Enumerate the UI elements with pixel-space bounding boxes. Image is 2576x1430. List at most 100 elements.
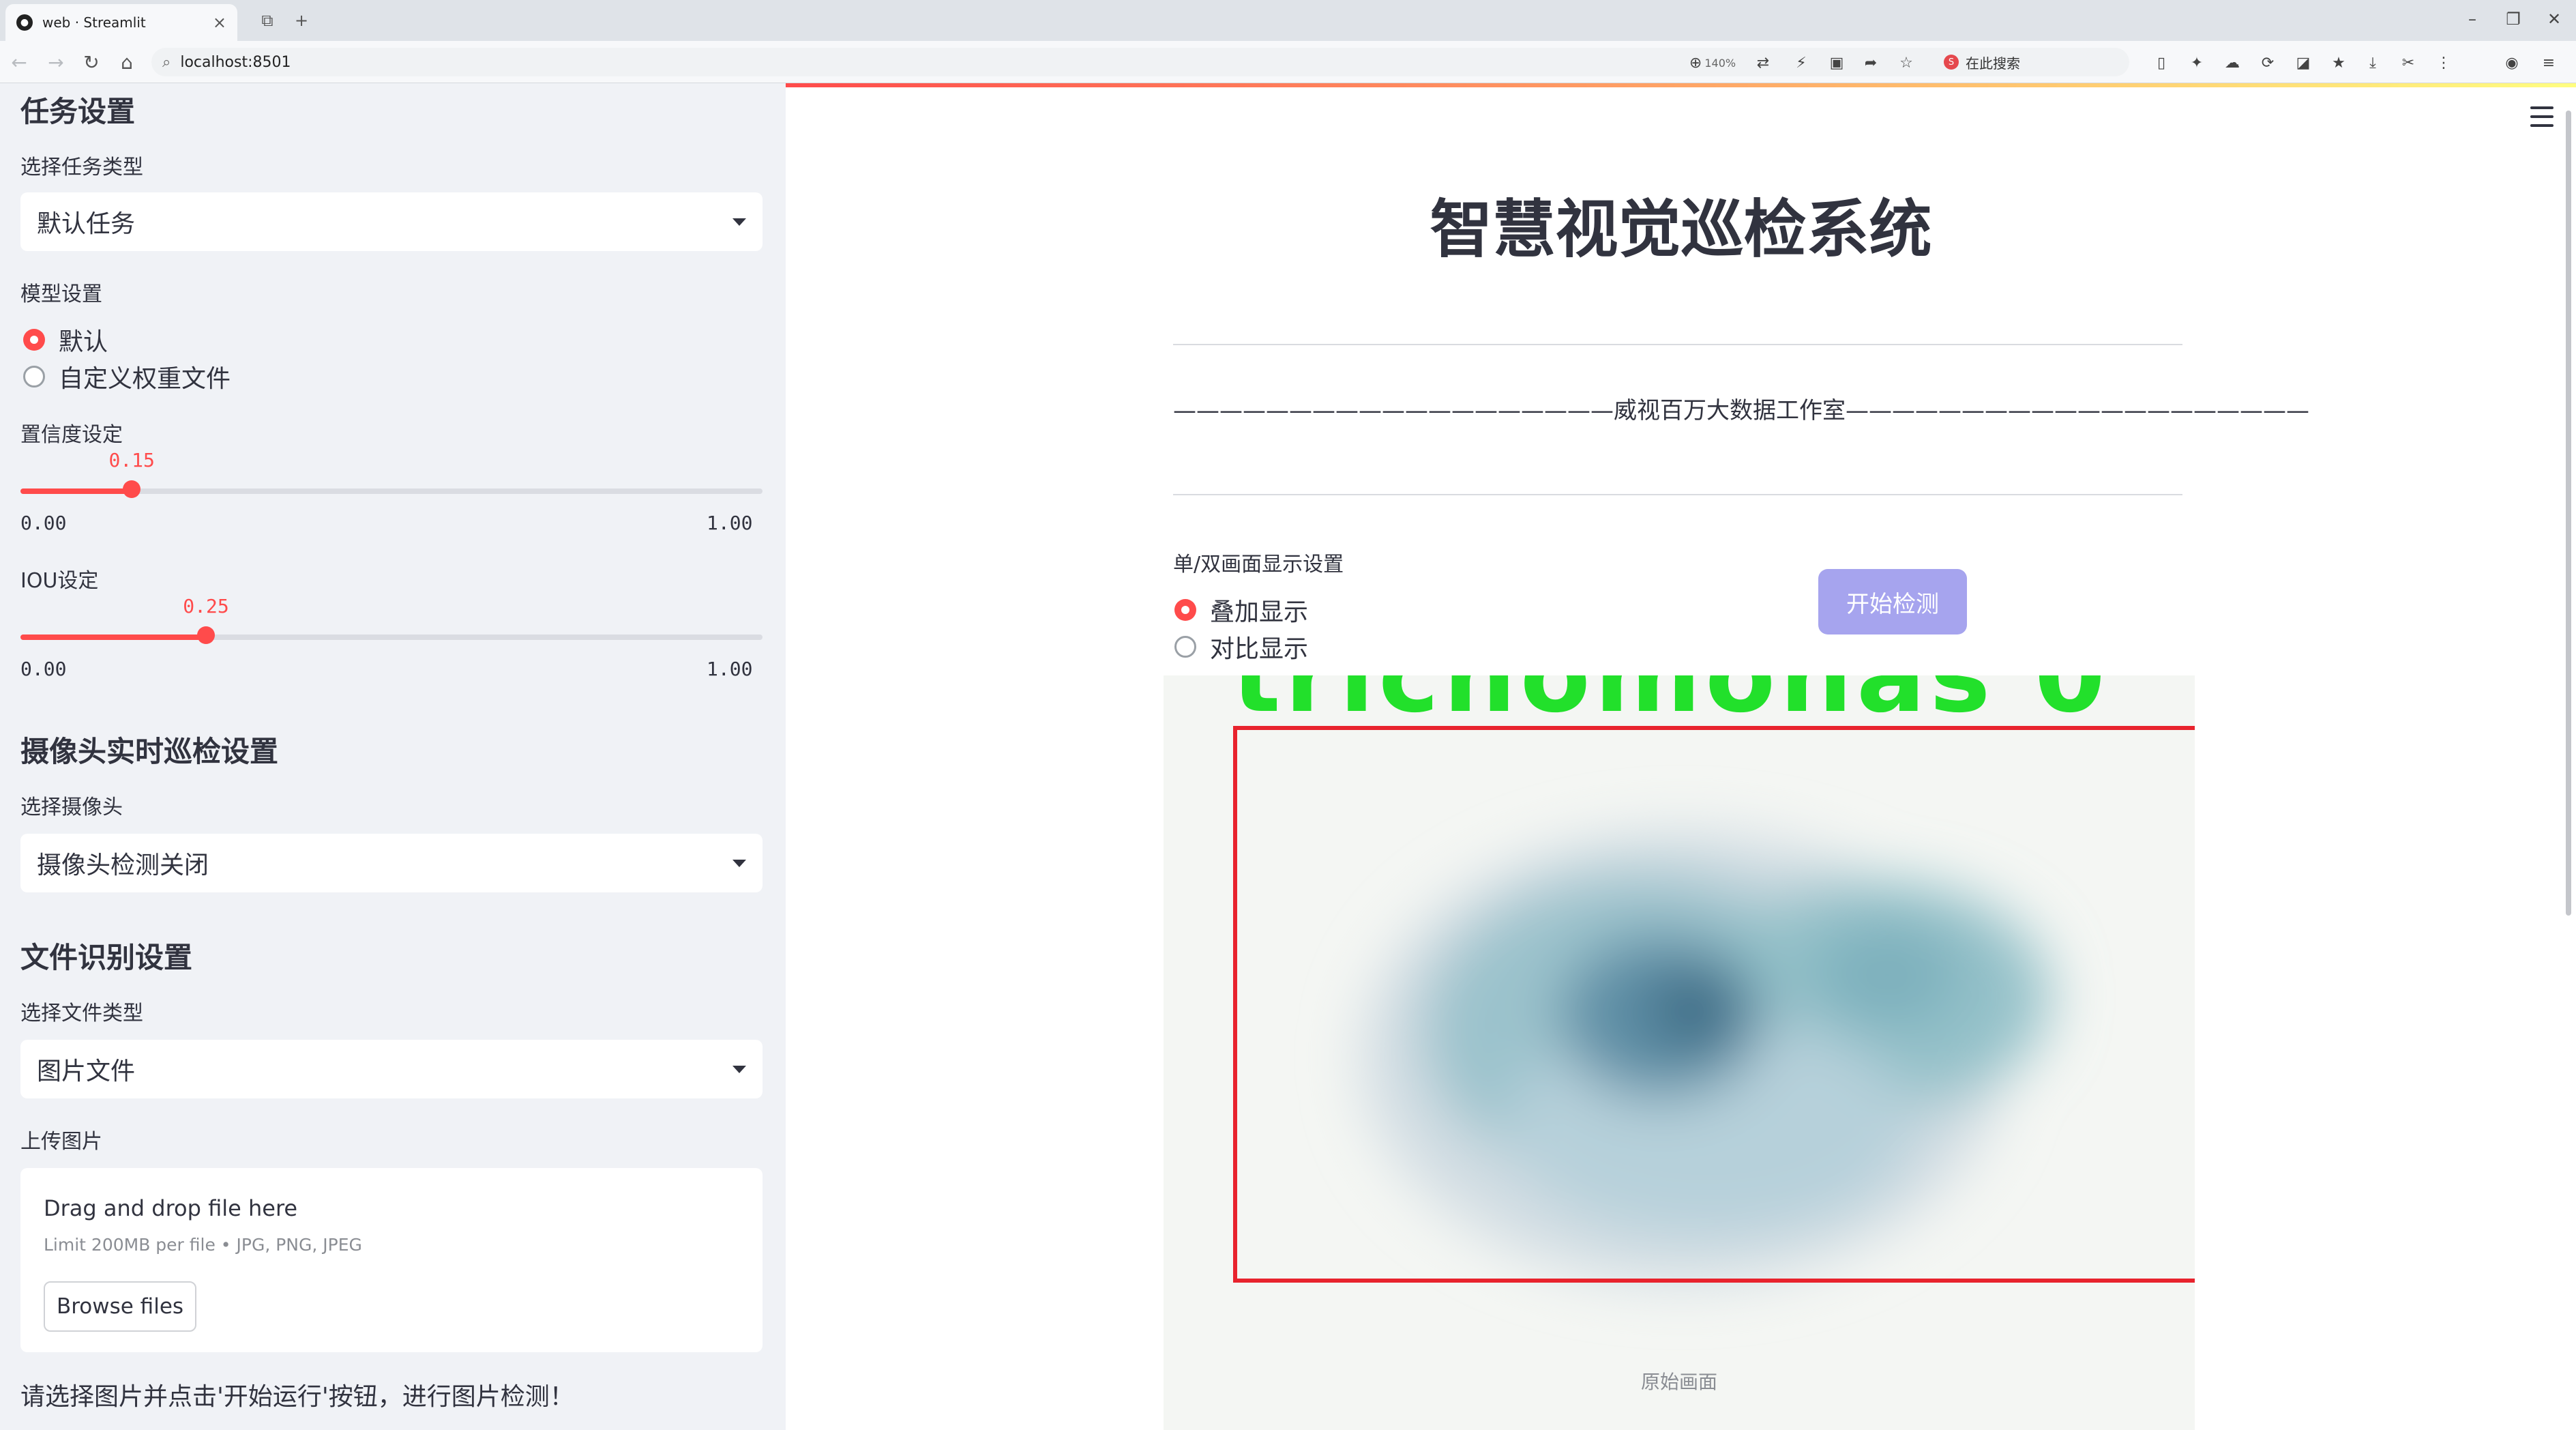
new-tab-button[interactable]: + <box>288 7 315 34</box>
sidebar: 任务设置 选择任务类型 默认任务 模型设置 默认 自定义权重文件 置信度设定 0… <box>0 83 786 1430</box>
sidebar-hint: 请选择图片并点击'开始运行'按钮，进行图片检测！ <box>20 1383 574 1411</box>
file-uploader-dropzone[interactable]: Drag and drop file here Limit 200MB per … <box>20 1168 763 1352</box>
file-settings-header: 文件识别设置 <box>20 941 193 974</box>
task-type-select[interactable]: 默认任务 <box>20 192 763 251</box>
top-decoration-bar <box>786 83 2576 87</box>
slider-thumb[interactable] <box>197 626 215 644</box>
detection-bounding-box <box>1233 726 2195 1283</box>
search-placeholder: 在此搜索 <box>1966 55 2020 72</box>
radio-unchecked-icon[interactable] <box>23 366 45 388</box>
main-scrollbar[interactable] <box>2566 111 2571 916</box>
display-option-compare[interactable]: 对比显示 <box>1174 629 1308 665</box>
address-url: localhost:8501 <box>180 53 291 71</box>
zoom-level: 140% <box>1704 56 1736 70</box>
start-detection-button[interactable]: 开始检测 <box>1818 569 1967 634</box>
file-type-label: 选择文件类型 <box>20 1002 143 1025</box>
task-type-label: 选择任务类型 <box>20 156 143 179</box>
zoom-icon: ⊕ <box>1689 54 1702 72</box>
mobile-icon[interactable]: ▯ <box>2150 51 2173 74</box>
sync-icon[interactable]: ⟳ <box>2256 51 2279 74</box>
slider-value: 0.25 <box>183 595 229 617</box>
confidence-label: 置信度设定 <box>20 423 123 447</box>
close-window-icon[interactable]: ✕ <box>2537 5 2571 33</box>
search-icon: ⌕ <box>162 53 171 71</box>
avatar[interactable]: ◉ <box>2500 51 2523 74</box>
favorite-icon[interactable]: ★ <box>2327 51 2350 74</box>
slider-max-label: 1.00 <box>707 658 753 680</box>
model-option-default[interactable]: 默认 <box>23 322 108 358</box>
page-title: 智慧视觉巡检系统 <box>1430 193 1932 266</box>
upload-label: 上传图片 <box>20 1130 102 1154</box>
slider-fill <box>20 488 132 494</box>
browser-search-box[interactable]: S 在此搜索 <box>1937 48 2142 76</box>
screenshot-icon[interactable]: ▣ <box>1825 51 1848 74</box>
share-icon[interactable]: ➦ <box>1859 51 1882 74</box>
radio-checked-icon[interactable] <box>23 329 45 351</box>
browser-tab[interactable]: ● web · Streamlit × <box>5 4 237 41</box>
app-icon[interactable]: ◪ <box>2292 51 2315 74</box>
slider-min-label: 0.00 <box>20 512 67 534</box>
model-option-custom[interactable]: 自定义权重文件 <box>23 359 231 394</box>
slider-min-label: 0.00 <box>20 658 67 680</box>
browser-tab-bar: ● web · Streamlit × ⧉ + – ❐ ✕ <box>0 0 2576 41</box>
chevron-down-icon <box>732 1065 746 1073</box>
zoom-indicator[interactable]: ⊕ 140% <box>1682 51 1743 74</box>
slider-value: 0.15 <box>108 449 155 471</box>
camera-value: 摄像头检测关闭 <box>37 851 209 879</box>
studio-banner: ———————————————————威视百万大数据工作室———————————… <box>1173 397 2309 424</box>
display-option-overlay[interactable]: 叠加显示 <box>1174 592 1308 628</box>
iou-label: IOU设定 <box>20 569 99 593</box>
display-option-label: 叠加显示 <box>1210 598 1309 626</box>
chevron-down-icon <box>732 859 746 867</box>
slider-max-label: 1.00 <box>707 512 753 534</box>
download-icon[interactable]: ⤓ <box>2361 51 2384 74</box>
cloud-icon[interactable]: ☁ <box>2221 51 2244 74</box>
model-settings-label: 模型设置 <box>20 282 102 306</box>
cut-icon[interactable]: ✂ <box>2397 51 2420 74</box>
iou-slider[interactable]: 0.25 <box>20 595 763 644</box>
chevron-down-icon <box>732 218 746 226</box>
hamburger-menu-icon[interactable] <box>2530 106 2553 127</box>
forward-icon[interactable]: → <box>42 48 70 76</box>
browse-files-button[interactable]: Browse files <box>44 1281 196 1332</box>
slider-thumb[interactable] <box>123 480 141 498</box>
search-engine-logo-icon: S <box>1944 55 1959 70</box>
camera-select[interactable]: 摄像头检测关闭 <box>20 834 763 892</box>
camera-label: 选择摄像头 <box>20 796 123 819</box>
streamlit-favicon-icon: ● <box>16 14 33 31</box>
radio-unchecked-icon[interactable] <box>1174 636 1196 658</box>
display-setting-label: 单/双画面显示设置 <box>1173 553 1344 577</box>
reload-icon[interactable]: ↻ <box>78 48 105 76</box>
divider <box>1173 494 2182 495</box>
home-icon[interactable]: ⌂ <box>113 48 140 76</box>
extension-icon[interactable]: ✦ <box>2185 51 2208 74</box>
streamlit-app: 任务设置 选择任务类型 默认任务 模型设置 默认 自定义权重文件 置信度设定 0… <box>0 83 2576 1430</box>
tab-close-icon[interactable]: × <box>213 13 226 32</box>
task-settings-header: 任务设置 <box>20 95 136 128</box>
slider-fill <box>20 634 206 640</box>
model-option-label: 默认 <box>59 328 108 356</box>
tab-title: web · Streamlit <box>42 14 146 31</box>
browser-toolbar: ← → ↻ ⌂ ⌕ localhost:8501 ⊕ 140% ⇄ ⚡ ▣ ➦ ☆… <box>0 41 2576 83</box>
radio-checked-icon[interactable] <box>1174 599 1196 621</box>
divider <box>1173 344 2182 345</box>
minimize-icon[interactable]: – <box>2455 5 2489 33</box>
confidence-slider[interactable]: 0.15 <box>20 449 763 498</box>
back-icon[interactable]: ← <box>5 48 33 76</box>
browser-menu-icon[interactable]: ≡ <box>2537 51 2560 74</box>
more-vertical-icon[interactable]: ⋮ <box>2432 51 2455 74</box>
image-caption: 原始画面 <box>1640 1371 1717 1393</box>
camera-settings-header: 摄像头实时巡检设置 <box>20 735 279 768</box>
tab-group-icon[interactable]: ⧉ <box>254 7 281 34</box>
lightning-icon[interactable]: ⚡ <box>1790 51 1813 74</box>
upload-limit-text: Limit 200MB per file • JPG, PNG, JPEG <box>44 1235 362 1255</box>
detection-result-image: trichomonas 0 <box>1164 675 2195 1430</box>
bookmark-star-icon[interactable]: ☆ <box>1895 51 1918 74</box>
restore-icon[interactable]: ❐ <box>2496 5 2530 33</box>
translate-icon[interactable]: ⇄ <box>1751 51 1775 74</box>
model-option-label: 自定义权重文件 <box>59 365 231 393</box>
task-type-value: 默认任务 <box>37 210 136 238</box>
dropzone-text: Drag and drop file here <box>44 1195 298 1221</box>
file-type-select[interactable]: 图片文件 <box>20 1040 763 1098</box>
file-type-value: 图片文件 <box>37 1057 136 1085</box>
